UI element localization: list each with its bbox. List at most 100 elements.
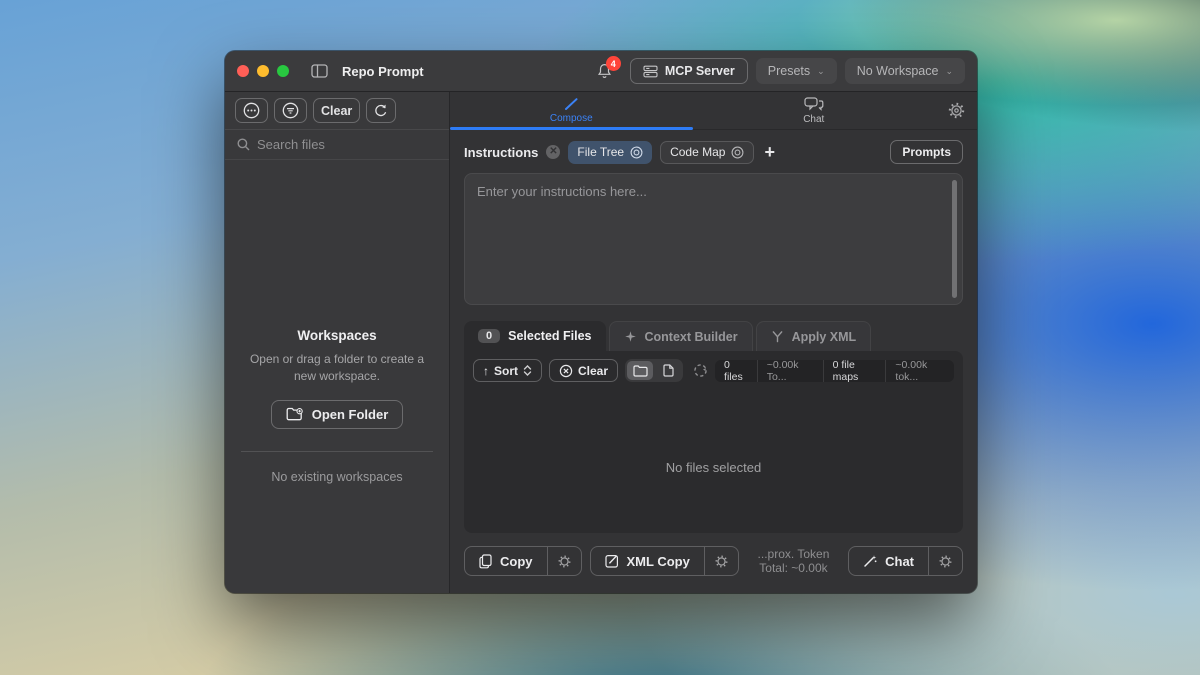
tab-chat[interactable]: Chat <box>693 92 936 129</box>
copy-button-main: Copy <box>465 547 547 575</box>
workspaces-section: Workspaces Open or drag a folder to crea… <box>225 328 449 484</box>
prompts-button[interactable]: Prompts <box>890 140 963 164</box>
search-icon <box>237 138 250 151</box>
chat-label: Chat <box>885 554 914 569</box>
gear-icon <box>558 555 571 568</box>
context-builder-label: Context Builder <box>645 330 738 344</box>
selected-files-label: Selected Files <box>508 329 591 343</box>
instructions-label: Instructions <box>464 145 538 160</box>
tab-compose-label: Compose <box>550 113 593 124</box>
folder-view-button[interactable] <box>627 361 653 380</box>
chat-button[interactable]: Chat <box>848 546 963 576</box>
mcp-server-button[interactable]: MCP Server <box>630 58 748 84</box>
sparkle-plus-icon <box>624 330 637 343</box>
repo-prompt-window: Repo Prompt 4 MCP Server Presets ⌄ No Wo… <box>225 51 977 593</box>
apply-xml-label: Apply XML <box>792 330 857 344</box>
copy-button[interactable]: Copy <box>464 546 582 576</box>
sidebar-refresh-button[interactable] <box>366 98 396 123</box>
chip-code-map[interactable]: Code Map <box>660 141 754 164</box>
open-folder-button[interactable]: Open Folder <box>271 400 404 429</box>
search-files-input[interactable]: Search files <box>225 130 449 160</box>
textarea-scrollbar[interactable] <box>952 180 957 298</box>
main-content: Compose Chat Instructions ✕ <box>450 92 977 593</box>
tab-compose[interactable]: Compose <box>450 92 693 129</box>
workspaces-divider <box>241 451 433 452</box>
tab-chat-label: Chat <box>803 114 824 125</box>
chat-settings-button[interactable] <box>928 547 962 575</box>
clear-files-label: Clear <box>578 364 608 378</box>
sidebar: Clear Search files Workspaces Open or dr… <box>225 92 450 593</box>
instructions-textarea[interactable]: Enter your instructions here... <box>464 173 963 305</box>
chip-file-tree[interactable]: File Tree <box>568 141 652 164</box>
view-mode-segmented-control <box>625 359 683 382</box>
copy-label: Copy <box>500 554 533 569</box>
tab-selected-files[interactable]: 0 Selected Files <box>464 321 606 351</box>
more-options-button[interactable] <box>235 98 268 123</box>
refresh-files-button[interactable] <box>693 363 708 378</box>
clear-files-button[interactable]: Clear <box>549 359 618 382</box>
magic-wand-icon <box>863 554 877 568</box>
sidebar-clear-button[interactable]: Clear <box>313 98 360 123</box>
presets-label: Presets <box>768 64 810 78</box>
tab-context-builder[interactable]: Context Builder <box>609 321 753 351</box>
xml-copy-button-main: XML Copy <box>591 547 704 575</box>
active-tab-underline <box>450 127 693 130</box>
sidebar-toolbar: Clear <box>225 92 449 130</box>
no-files-message: No files selected <box>464 382 963 533</box>
chevron-down-icon: ⌄ <box>945 66 953 77</box>
chat-button-main: Chat <box>849 547 928 575</box>
stat-file-maps: 0 file maps <box>823 360 886 382</box>
close-window-button[interactable] <box>237 65 249 77</box>
x-circle-icon <box>559 364 573 378</box>
notification-badge: 4 <box>606 56 621 71</box>
circle-filter-icon <box>282 102 299 119</box>
sidebar-toggle-icon[interactable] <box>311 64 328 78</box>
xml-copy-settings-button[interactable] <box>704 547 738 575</box>
sidebar-clear-label: Clear <box>321 104 352 118</box>
zoom-window-button[interactable] <box>277 65 289 77</box>
branch-merge-icon <box>771 330 784 343</box>
refresh-icon <box>374 103 388 118</box>
titlebar: Repo Prompt 4 MCP Server Presets ⌄ No Wo… <box>225 51 977 92</box>
gear-icon <box>715 555 728 568</box>
gear-icon <box>939 555 952 568</box>
filter-button[interactable] <box>274 98 307 123</box>
footer-bar: Copy XML Copy <box>464 546 963 576</box>
sort-button[interactable]: ↑ Sort <box>473 359 542 382</box>
chevron-up-down-icon <box>523 364 532 377</box>
workspaces-empty-text: No existing workspaces <box>241 470 433 484</box>
instructions-header: Instructions ✕ File Tree Code Map + Pro <box>464 140 963 164</box>
chat-bubbles-icon <box>804 97 824 111</box>
presets-dropdown[interactable]: Presets ⌄ <box>756 58 837 84</box>
stat-map-tokens: ~0.00k tok... <box>885 360 954 382</box>
file-view-button[interactable] <box>655 361 681 380</box>
target-icon <box>630 146 643 159</box>
xml-copy-button[interactable]: XML Copy <box>590 546 739 576</box>
files-panel: ↑ Sort Clear <box>464 351 963 533</box>
circle-ellipsis-icon <box>243 102 260 119</box>
files-stats: 0 files ~0.00k To... 0 file maps ~0.00k … <box>715 360 954 382</box>
copy-settings-button[interactable] <box>547 547 581 575</box>
copy-icon <box>479 554 492 569</box>
add-chip-button[interactable]: + <box>764 143 775 161</box>
minimize-window-button[interactable] <box>257 65 269 77</box>
folder-plus-icon <box>286 407 304 421</box>
mcp-server-label: MCP Server <box>665 64 735 78</box>
workspace-label: No Workspace <box>857 64 939 78</box>
chevron-down-icon: ⌄ <box>817 66 825 77</box>
tab-apply-xml[interactable]: Apply XML <box>756 321 872 351</box>
remove-instructions-icon[interactable]: ✕ <box>546 145 560 159</box>
sync-icon <box>693 363 708 378</box>
folder-icon <box>633 365 648 377</box>
target-icon <box>731 146 744 159</box>
chip-file-tree-label: File Tree <box>577 145 624 159</box>
stat-tokens: ~0.00k To... <box>757 360 823 382</box>
xml-copy-label: XML Copy <box>627 554 690 569</box>
server-icon <box>643 65 658 78</box>
pencil-square-icon <box>605 554 619 568</box>
notifications-button[interactable]: 4 <box>597 63 612 79</box>
workspace-dropdown[interactable]: No Workspace ⌄ <box>845 58 965 84</box>
files-tabs: 0 Selected Files Context Builder Apply X… <box>464 321 963 351</box>
document-icon <box>663 364 674 377</box>
settings-button[interactable] <box>935 92 977 129</box>
